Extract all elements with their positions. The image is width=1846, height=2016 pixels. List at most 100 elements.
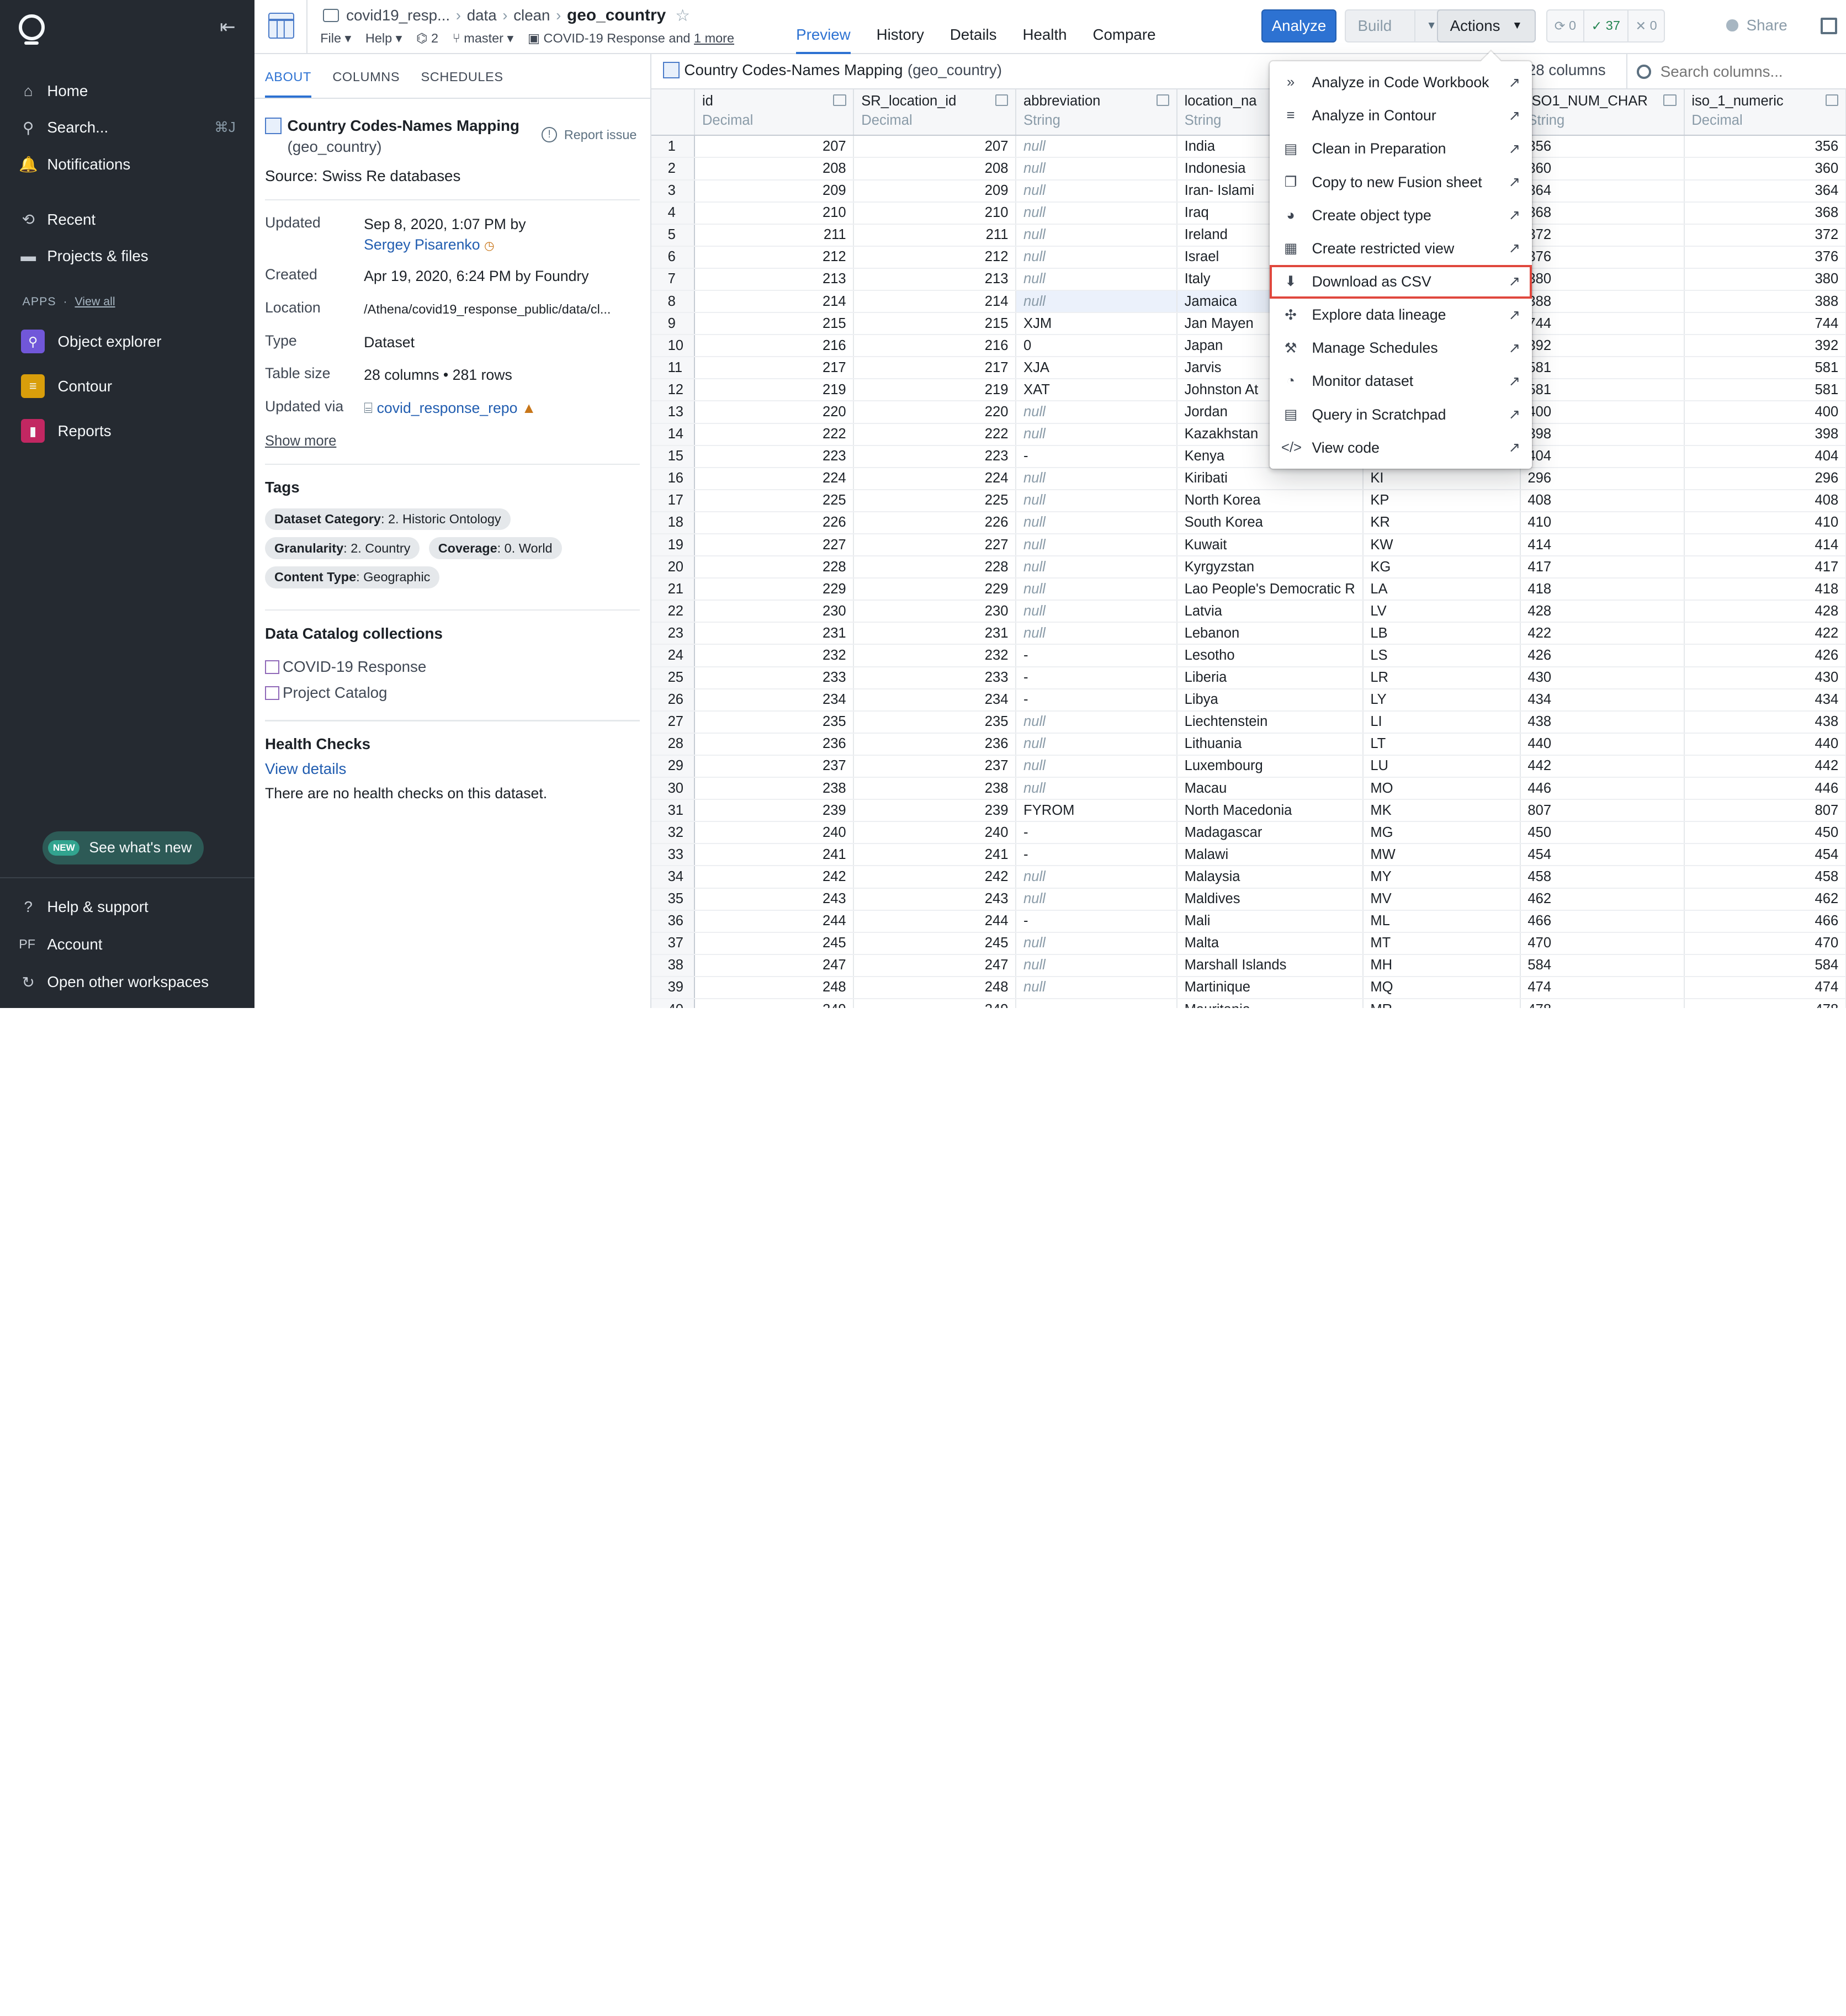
column-filter-icon[interactable] xyxy=(995,94,1009,106)
table-cell[interactable]: LU xyxy=(1362,755,1521,778)
table-cell[interactable]: 440 xyxy=(1684,733,1846,756)
tab-columns[interactable]: COLUMNS xyxy=(332,54,400,98)
menu-item-query-in-scratchpad[interactable]: ▤ Query in Scratchpad ↗ xyxy=(1270,398,1532,431)
table-cell[interactable]: LI xyxy=(1362,710,1521,734)
repo-link[interactable]: covid_response_repo xyxy=(377,400,518,416)
table-cell[interactable]: 210 xyxy=(694,201,855,225)
file-menu[interactable]: File ▾ xyxy=(320,30,351,46)
table-cell[interactable]: 364 xyxy=(1520,179,1685,203)
tab-compare[interactable]: Compare xyxy=(1092,26,1155,54)
table-row[interactable]: 18 226 226 null South Korea KR 410 410 xyxy=(651,511,1846,534)
sidebar-item-account[interactable]: PF Account xyxy=(0,926,254,963)
table-cell[interactable]: 296 xyxy=(1684,467,1846,490)
table-row[interactable]: 3 209 209 null Iran- Islami 364 364 xyxy=(651,179,1846,203)
column-header[interactable]: iso_1_numeric Decimal xyxy=(1684,89,1846,136)
table-row[interactable]: 5 211 211 null Ireland 372 372 xyxy=(651,224,1846,247)
tab-schedules[interactable]: SCHEDULES xyxy=(421,54,503,98)
table-cell[interactable]: 380 xyxy=(1684,268,1846,291)
sidebar-item-help[interactable]: ? Help & support xyxy=(0,888,254,926)
table-cell[interactable]: 211 xyxy=(853,224,1017,247)
table-row[interactable]: 9 215 215 XJM Jan Mayen 744 744 xyxy=(651,312,1846,336)
sidebar-item-workspaces[interactable]: ↻ Open other workspaces xyxy=(0,963,254,1001)
table-cell[interactable]: 426 xyxy=(1684,644,1846,667)
table-row[interactable]: 20 228 228 null Kyrgyzstan KG 417 417 xyxy=(651,556,1846,579)
table-cell[interactable]: 744 xyxy=(1520,312,1685,336)
table-cell[interactable]: 414 xyxy=(1684,534,1846,557)
table-cell[interactable]: 360 xyxy=(1684,157,1846,181)
table-cell[interactable]: 376 xyxy=(1684,246,1846,269)
table-cell[interactable]: 225 xyxy=(694,489,855,512)
table-cell[interactable]: Lithuania xyxy=(1176,733,1364,756)
table-cell[interactable]: 248 xyxy=(853,976,1017,999)
table-cell[interactable]: null xyxy=(1016,954,1177,977)
table-cell[interactable]: null xyxy=(1016,866,1177,889)
table-row[interactable]: 36 244 244- Mali ML 466 466 xyxy=(651,910,1846,933)
table-row[interactable]: 38 247 247 null Marshall Islands MH 584 584 xyxy=(651,954,1846,977)
table-cell[interactable]: 208 xyxy=(694,157,855,181)
app-object-explorer[interactable]: ⚲ Object explorer xyxy=(0,319,254,364)
table-cell[interactable]: 478 xyxy=(1684,998,1846,1009)
table-cell[interactable]: 217 xyxy=(694,357,855,380)
table-cell[interactable]: 454 xyxy=(1684,843,1846,867)
table-cell[interactable]: - xyxy=(1016,910,1177,933)
table-cell[interactable]: Liechtenstein xyxy=(1176,710,1364,734)
build-button[interactable]: Build ▼ xyxy=(1345,9,1449,43)
tag[interactable]: Granularity: 2. Country xyxy=(264,537,420,559)
sidebar-item-search[interactable]: ⚲ Search... ⌘J xyxy=(0,109,254,146)
table-cell[interactable]: 408 xyxy=(1684,489,1846,512)
table-cell[interactable]: 400 xyxy=(1684,401,1846,424)
table-cell[interactable]: null xyxy=(1016,135,1177,158)
table-cell[interactable]: null xyxy=(1016,534,1177,557)
column-header[interactable]: id Decimal xyxy=(694,89,855,136)
table-cell[interactable]: LY xyxy=(1362,688,1521,712)
whats-new-button[interactable]: NEW See what's new xyxy=(42,831,204,864)
table-cell[interactable]: 236 xyxy=(694,733,855,756)
table-row[interactable]: 17 225 225 null North Korea KP 408 408 xyxy=(651,489,1846,512)
table-cell[interactable]: 438 xyxy=(1520,710,1685,734)
table-cell[interactable]: 233 xyxy=(853,666,1017,689)
table-cell[interactable]: 418 xyxy=(1520,578,1685,601)
menu-item-explore-data-lineage[interactable]: ✣ Explore data lineage ↗ xyxy=(1270,299,1532,332)
table-row[interactable]: 12 219 219 XAT Johnston At 581 581 xyxy=(651,379,1846,402)
table-cell[interactable]: KW xyxy=(1362,534,1521,557)
search-columns-input[interactable] xyxy=(1660,63,1837,81)
table-cell[interactable]: 356 xyxy=(1684,135,1846,158)
table-cell[interactable]: 220 xyxy=(853,401,1017,424)
table-cell[interactable]: Mauritania xyxy=(1176,998,1364,1009)
table-cell[interactable]: Lao People's Democratic R xyxy=(1176,578,1364,601)
table-cell[interactable]: 231 xyxy=(694,622,855,645)
table-cell[interactable]: 408 xyxy=(1520,489,1685,512)
table-cell[interactable]: 248 xyxy=(694,976,855,999)
table-cell[interactable]: 438 xyxy=(1684,710,1846,734)
table-cell[interactable]: 213 xyxy=(694,268,855,291)
table-cell[interactable]: 744 xyxy=(1684,312,1846,336)
table-cell[interactable]: 247 xyxy=(694,954,855,977)
table-cell[interactable]: 229 xyxy=(853,578,1017,601)
table-row[interactable]: 31 239 239 FYROM North Macedonia MK 807 807 xyxy=(651,799,1846,823)
table-row[interactable]: 37 245 245 null Malta MT 470 470 xyxy=(651,932,1846,955)
share-button[interactable]: Share xyxy=(1726,17,1787,34)
palantir-logo-icon[interactable] xyxy=(19,14,45,45)
table-cell[interactable]: 422 xyxy=(1520,622,1685,645)
table-cell[interactable]: 428 xyxy=(1684,600,1846,623)
table-cell[interactable]: 231 xyxy=(853,622,1017,645)
table-cell[interactable]: 442 xyxy=(1520,755,1685,778)
table-cell[interactable]: 228 xyxy=(853,556,1017,579)
table-row[interactable]: 33 241 241- Malawi MW 454 454 xyxy=(651,843,1846,867)
table-cell[interactable]: 356 xyxy=(1520,135,1685,158)
table-cell[interactable]: 232 xyxy=(694,644,855,667)
table-cell[interactable]: - xyxy=(1016,821,1177,845)
table-cell[interactable]: 584 xyxy=(1684,954,1846,977)
table-cell[interactable]: 223 xyxy=(694,445,855,468)
table-cell[interactable]: - xyxy=(1016,666,1177,689)
breadcrumb-item[interactable]: covid19_resp... xyxy=(346,7,450,24)
table-cell[interactable]: 233 xyxy=(694,666,855,689)
table-cell[interactable]: Malta xyxy=(1176,932,1364,955)
table-cell[interactable]: KI xyxy=(1362,467,1521,490)
table-cell[interactable]: 234 xyxy=(853,688,1017,712)
table-cell[interactable]: 226 xyxy=(853,511,1017,534)
table-cell[interactable]: 239 xyxy=(694,799,855,823)
more-collections-link[interactable]: 1 more xyxy=(694,31,734,45)
table-cell[interactable]: 0 xyxy=(1016,335,1177,358)
table-row[interactable]: 11 217 217 XJA Jarvis 581 581 xyxy=(651,357,1846,380)
